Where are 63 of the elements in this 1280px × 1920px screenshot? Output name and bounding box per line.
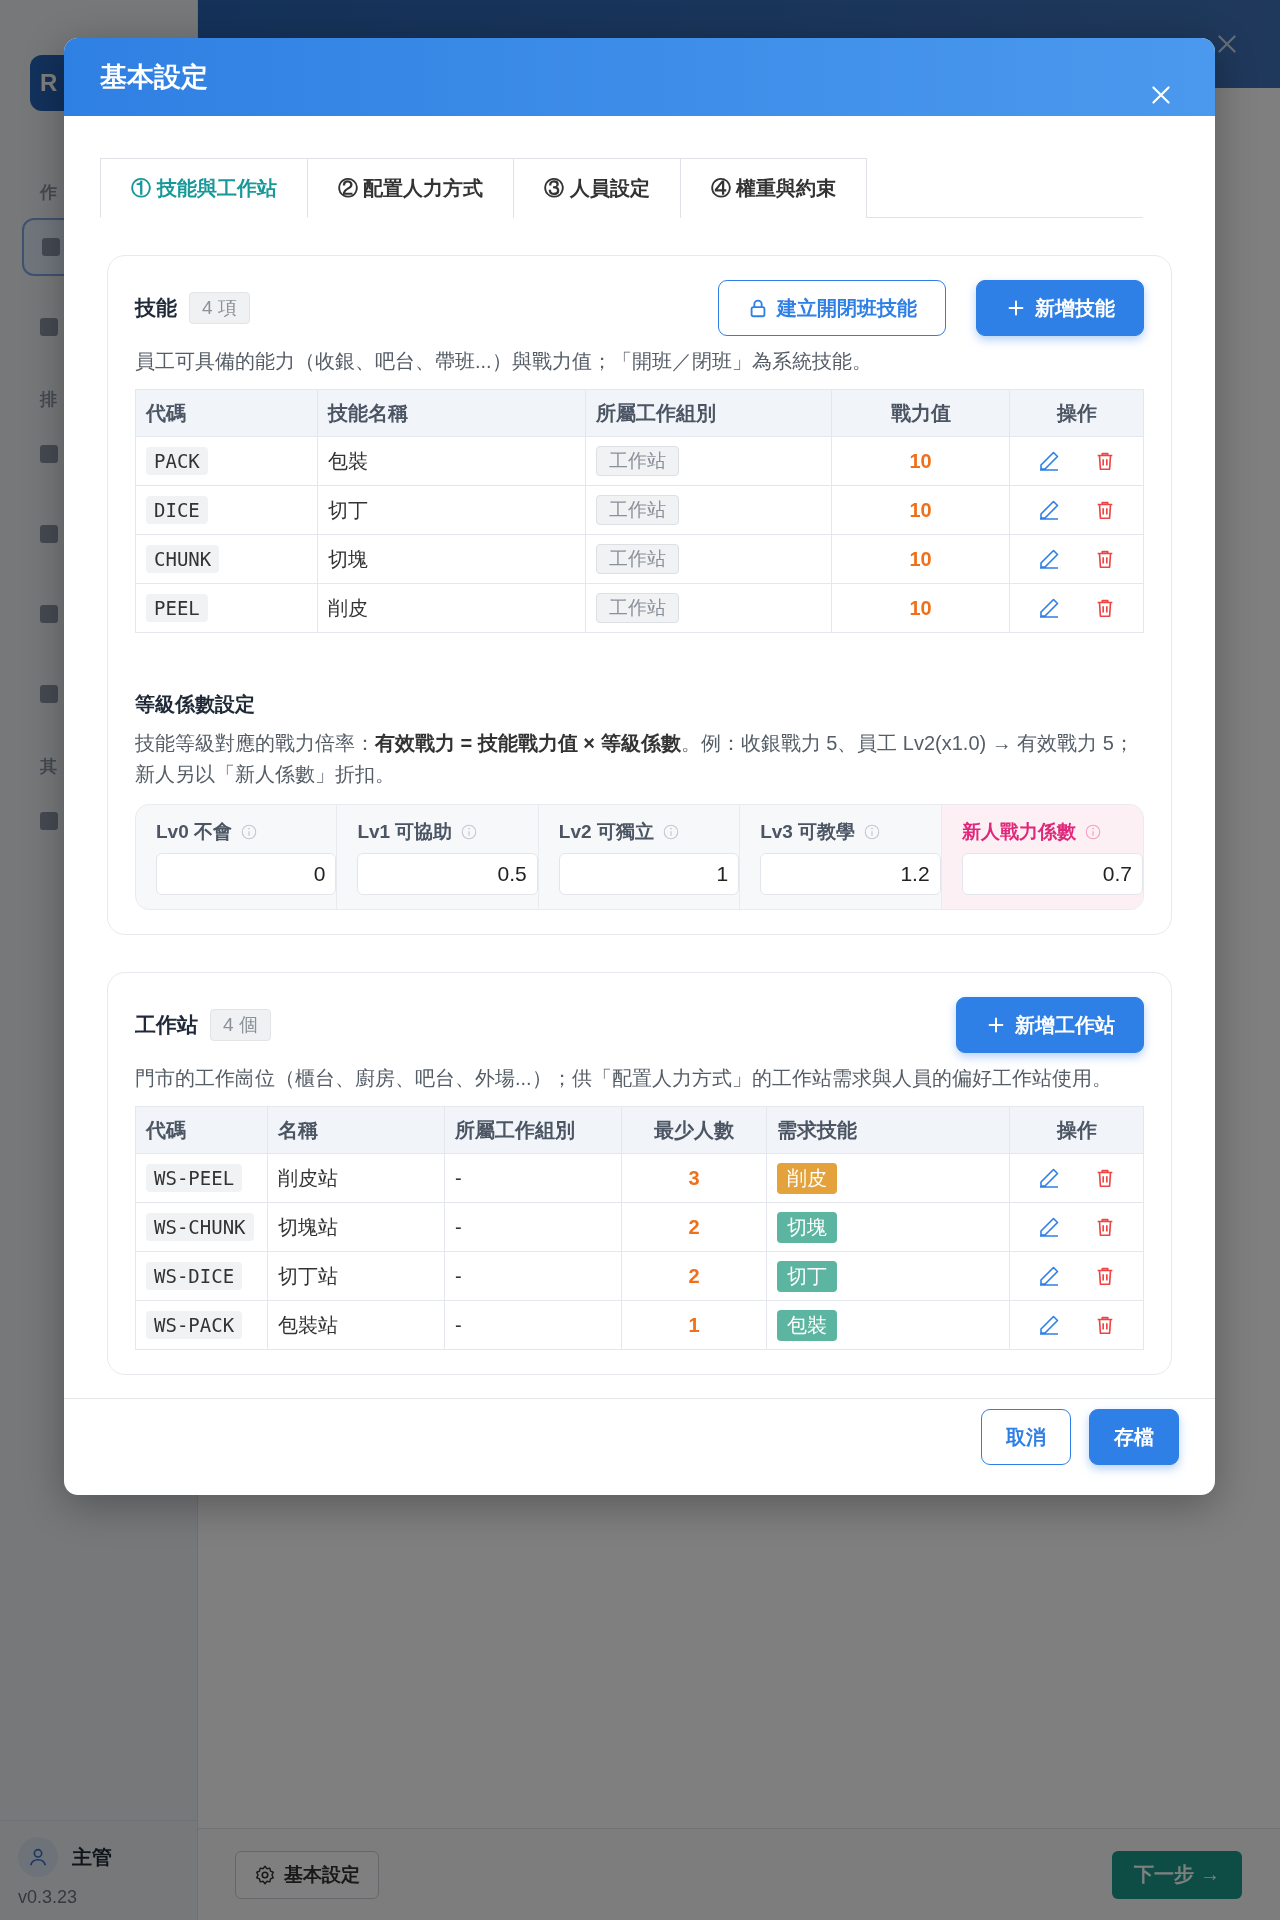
column-header: 所屬工作組別 [444, 1106, 622, 1154]
table-cell: 3 [621, 1153, 767, 1203]
column-header: 最少人數 [621, 1106, 767, 1154]
table-cell: - [444, 1202, 622, 1252]
table-cell: 2 [621, 1202, 767, 1252]
section-description: 技能等級對應的戰力倍率：有效戰力 = 技能戰力值 × 等級係數。例：收銀戰力 5、員工 Lv2(x1.0) → 有效戰力 5；新人另以「新人係數」折扣。 [135, 731, 1135, 787]
group-tag: 工作站 [596, 593, 679, 623]
code-chip: CHUNK [146, 545, 220, 573]
code-chip: DICE [146, 496, 208, 524]
column-header: 技能名稱 [317, 389, 586, 437]
column-header: 所屬工作組別 [585, 389, 832, 437]
code-chip: WS-DICE [146, 1262, 243, 1290]
section-description: 員工可具備的能力（收銀、吧台、帶班...）與戰力值；「開班／閉班」為系統技能。 [135, 349, 873, 374]
code-chip: PACK [146, 447, 208, 475]
table-cell: 切丁 [317, 485, 586, 535]
table-cell: 包裝站 [267, 1300, 445, 1350]
table-cell: 10 [831, 436, 1010, 486]
skill-tag: 削皮 [777, 1162, 837, 1194]
column-header: 需求技能 [766, 1106, 1010, 1154]
column-header: 名稱 [267, 1106, 445, 1154]
code-chip: WS-PEEL [146, 1164, 243, 1192]
skill-tag: 切塊 [777, 1211, 837, 1243]
table-cell: 削皮 [317, 583, 586, 633]
table-cell: 10 [831, 485, 1010, 535]
count-badge: 4 個 [210, 1009, 271, 1041]
group-tag: 工作站 [596, 495, 679, 525]
dialog-title: 基本設定 [100, 61, 208, 94]
field-label: Lv2 可獨立 [558, 820, 654, 844]
code-chip: PEEL [146, 594, 208, 622]
table-cell: 切丁站 [267, 1251, 445, 1301]
group-tag: 工作站 [596, 446, 679, 476]
count-badge: 4 項 [189, 292, 250, 324]
table-cell: 10 [831, 534, 1010, 584]
section-description: 門市的工作崗位（櫃台、廚房、吧台、外場...）；供「配置人力方式」的工作站需求與人員的偏好工作站使用。 [135, 1066, 1113, 1091]
table-cell: 削皮站 [267, 1153, 445, 1203]
column-header: 代碼 [135, 389, 318, 437]
table-cell: - [444, 1153, 622, 1203]
version-label: v0.3.23 [18, 1887, 79, 1908]
column-header: 操作 [1009, 1106, 1144, 1154]
section-title: 技能 [135, 295, 177, 321]
field-label: 新人戰力係數 [961, 820, 1076, 844]
skill-tag: 切丁 [777, 1260, 837, 1292]
table-cell: 10 [831, 583, 1010, 633]
table-cell: - [444, 1251, 622, 1301]
code-chip: WS-PACK [146, 1311, 243, 1339]
table-cell: 2 [621, 1251, 767, 1301]
table-cell: 1 [621, 1300, 767, 1350]
section-title: 工作站 [135, 1012, 198, 1038]
skill-tag: 包裝 [777, 1309, 837, 1341]
column-header: 操作 [1009, 389, 1144, 437]
table-cell: - [444, 1300, 622, 1350]
column-header: 戰力值 [831, 389, 1010, 437]
column-header: 代碼 [135, 1106, 268, 1154]
field-label: Lv0 不會 [156, 820, 233, 844]
table-cell: 切塊站 [267, 1202, 445, 1252]
field-label: Lv3 可教學 [760, 820, 856, 844]
table-cell: 切塊 [317, 534, 586, 584]
table-cell: 包裝 [317, 436, 586, 486]
code-chip: WS-CHUNK [146, 1213, 254, 1241]
section-title: 等級係數設定 [135, 692, 256, 717]
field-label: Lv1 可協助 [357, 820, 453, 844]
user-name: 主管 [72, 1844, 112, 1870]
group-tag: 工作站 [596, 544, 679, 574]
